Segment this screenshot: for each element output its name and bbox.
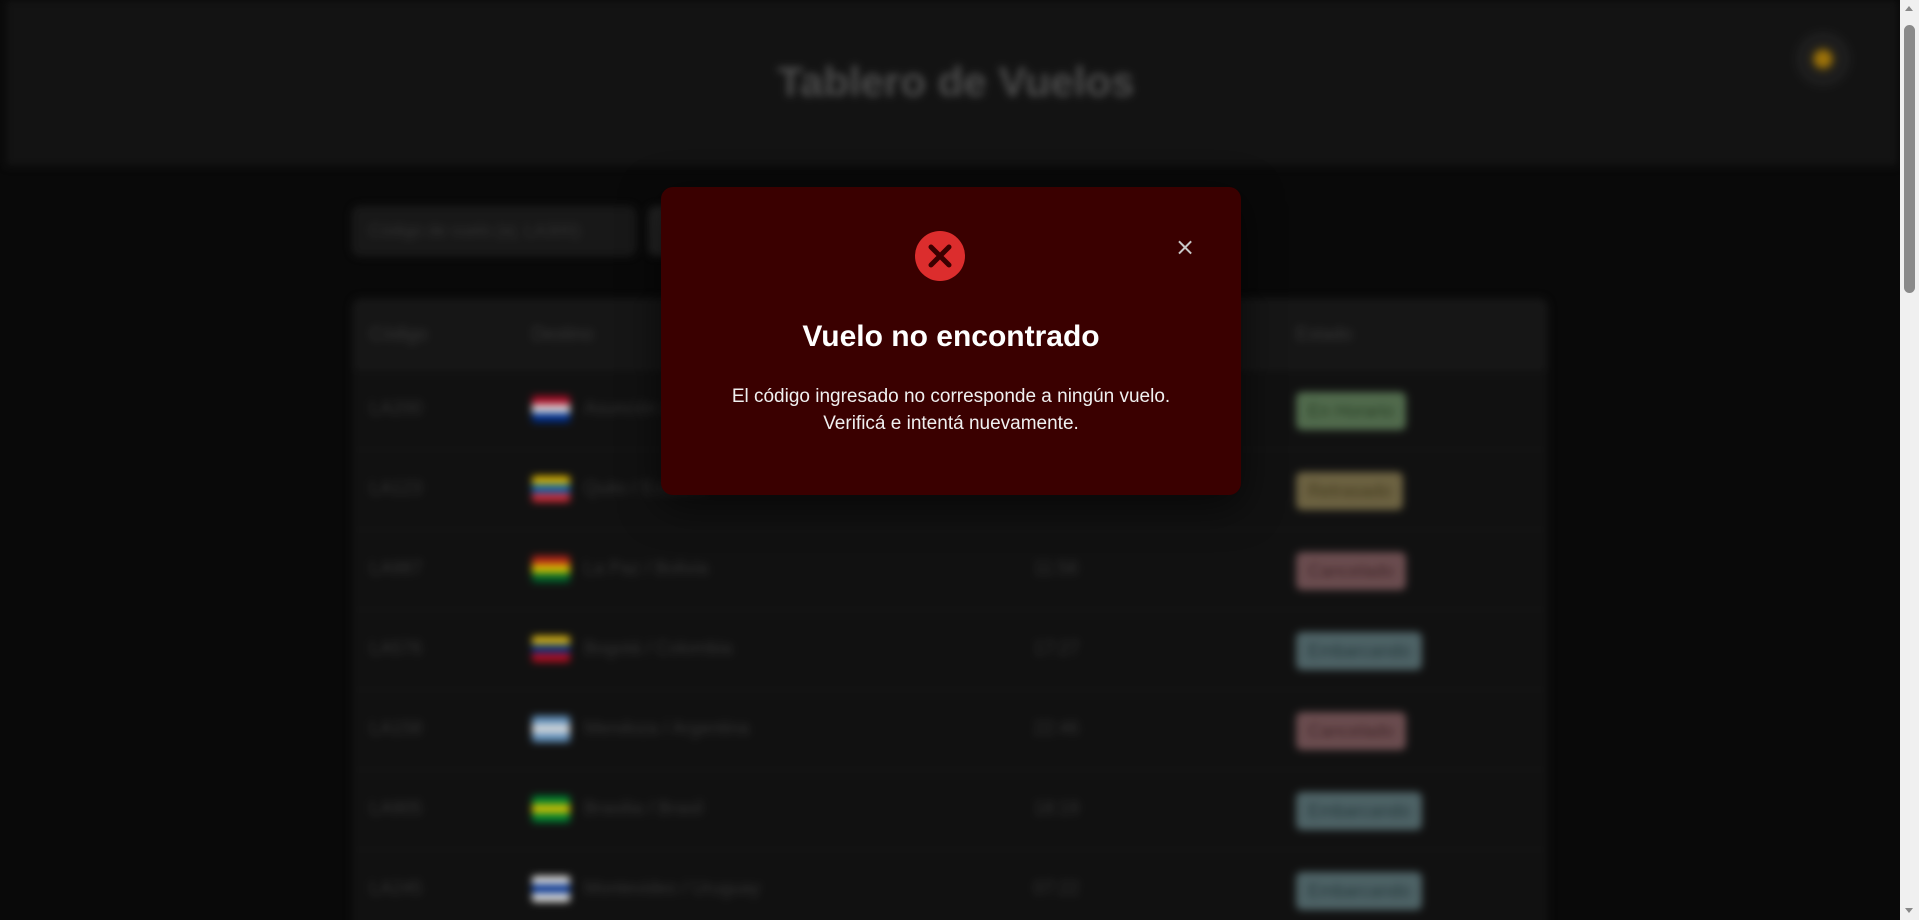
modal-title: Vuelo no encontrado [802,320,1100,353]
error-x-icon [915,231,965,281]
close-button[interactable]: × [1175,235,1195,259]
error-modal: × Vuelo no encontrado El código ingresad… [661,187,1241,495]
scroll-thumb[interactable] [1904,25,1915,293]
modal-message-line-2: Verificá e intentá nuevamente. [823,413,1079,434]
modal-message: El código ingresado no corresponde a nin… [661,383,1241,437]
scrollbar[interactable] [1900,0,1919,920]
page: Tablero de Vuelos Código de vuelo (ej. L… [0,0,1900,920]
modal-message-line-1: El código ingresado no corresponde a nin… [731,386,1171,407]
scroll-up-arrow-icon[interactable] [1905,6,1913,11]
scroll-down-arrow-icon[interactable] [1905,908,1913,913]
